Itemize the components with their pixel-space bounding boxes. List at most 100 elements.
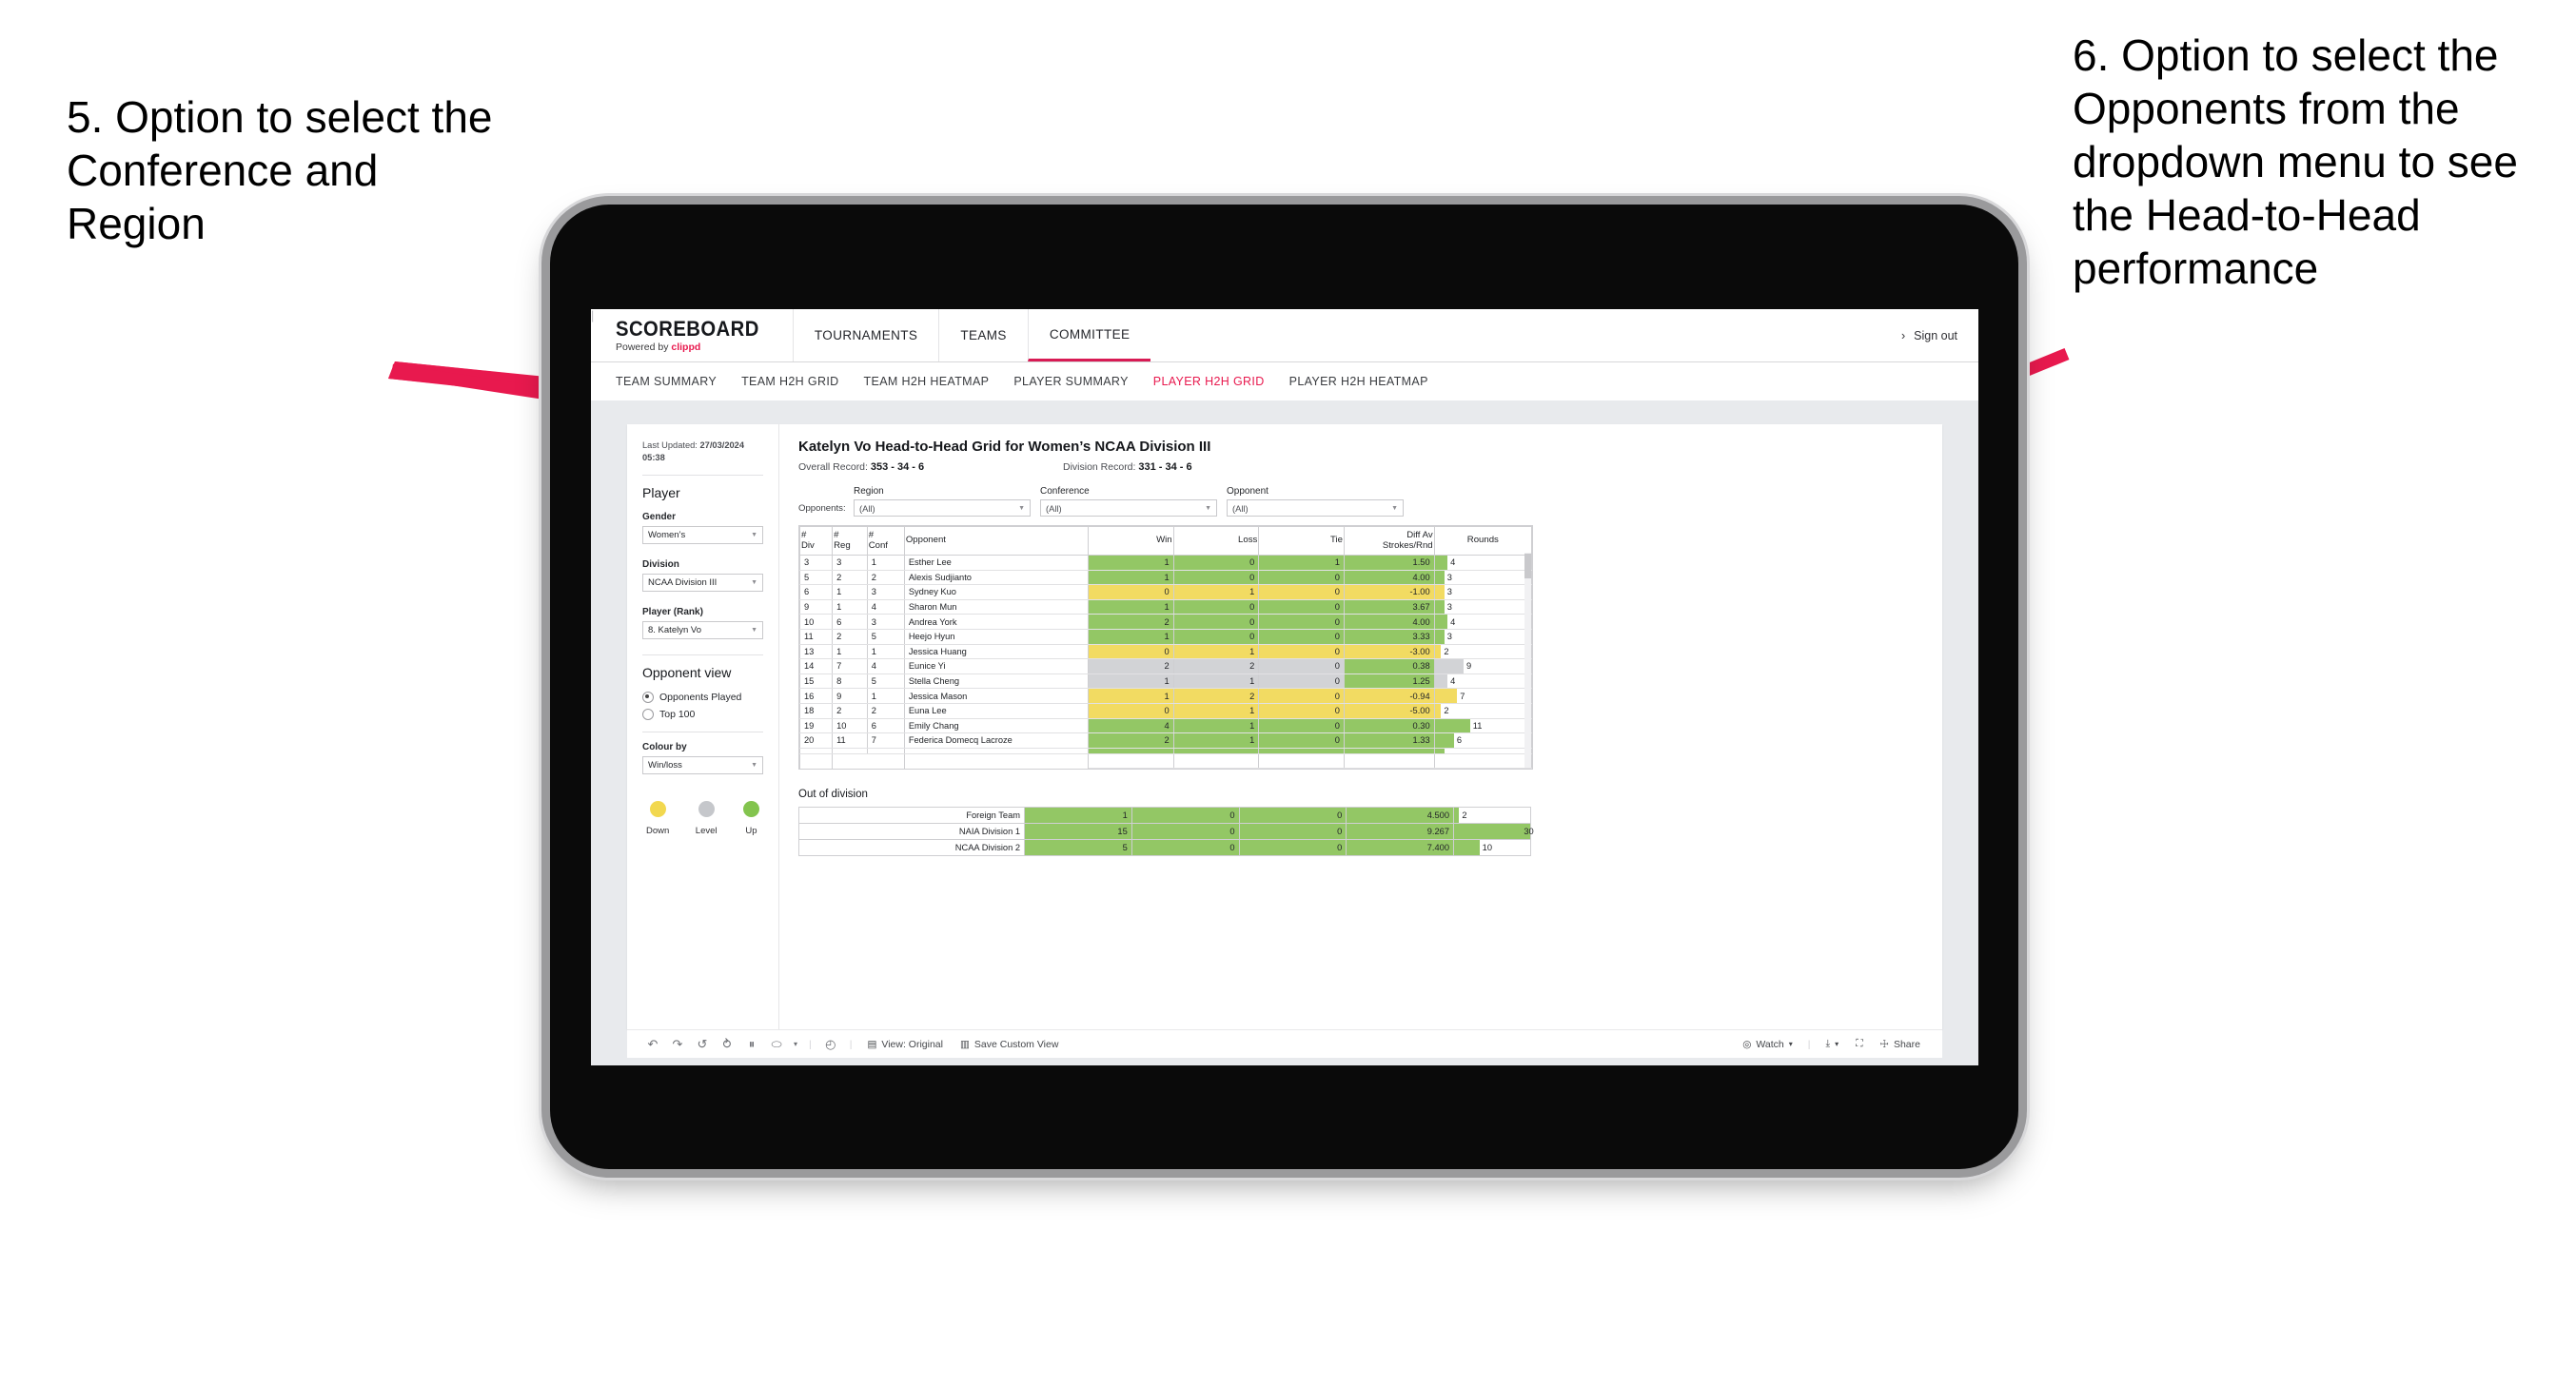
cell-reg: 3 (832, 555, 868, 571)
cell-win: 1 (1088, 599, 1174, 615)
cell-div: 18 (798, 703, 834, 719)
chevron-down-icon: ▼ (751, 532, 757, 539)
cell-rounds: 7 (1433, 688, 1533, 704)
highlight-caret-icon[interactable]: ▾ (789, 1040, 802, 1048)
cell-loss: 1 (1172, 732, 1260, 749)
watch-caret-icon: ▾ (1788, 1040, 1793, 1048)
player-rank-select[interactable]: 8. Katelyn Vo ▼ (642, 621, 763, 640)
cell-rounds: 3 (1433, 599, 1533, 615)
revert-icon[interactable]: ↺ (690, 1037, 715, 1052)
cell-conf: 3 (866, 614, 905, 630)
cell-conf: 7 (866, 732, 905, 749)
cell-rounds: 4 (1433, 555, 1533, 571)
out-of-division-row[interactable]: NCAA Division 2 5 0 0 7.400 10 (798, 839, 1531, 857)
rounds-value: 2 (1462, 810, 1467, 821)
table-row[interactable]: 15 8 5 Stella Cheng 1 1 0 1.25 4 (798, 673, 1533, 690)
view-original-button[interactable]: ▤ View: Original (858, 1039, 952, 1050)
opponent-filter-select[interactable]: (All) ▼ (1227, 499, 1404, 517)
nav-committee[interactable]: COMMITTEE (1027, 309, 1151, 361)
radio-top-100[interactable]: Top 100 (642, 709, 763, 721)
highlight-icon[interactable]: ⬭ (764, 1037, 789, 1052)
cell-reg: 9 (832, 688, 868, 704)
rounds-bar (1434, 556, 1448, 570)
cell-tie: 0 (1258, 599, 1345, 615)
table-row[interactable]: 6 1 3 Sydney Kuo 0 1 0 -1.00 3 (798, 584, 1533, 600)
download-button[interactable]: ⤓ ▾ (1818, 1038, 1848, 1050)
nav-tournaments[interactable]: TOURNAMENTS (792, 309, 938, 361)
cell-ood-tie: 0 (1238, 823, 1347, 841)
grid-scrollbar-track[interactable] (1524, 553, 1531, 769)
cell-ood-diff: 9.267 (1346, 823, 1454, 841)
cell-rounds: 9 (1433, 658, 1533, 674)
rounds-bar (1434, 644, 1442, 659)
cell-loss: 1 (1172, 584, 1260, 600)
table-row[interactable]: 5 2 2 Alexis Sudjianto 1 0 0 4.00 3 (798, 570, 1533, 586)
conference-filter-select[interactable]: (All) ▼ (1040, 499, 1217, 517)
table-row[interactable]: 11 2 5 Heejo Hyun 1 0 0 3.33 3 (798, 629, 1533, 645)
rounds-value: 10 (1482, 843, 1492, 853)
annotation-callout-6: 6. Option to select the Opponents from t… (2073, 30, 2518, 294)
table-row[interactable]: 10 6 3 Andrea York 2 0 0 4.00 4 (798, 614, 1533, 630)
share-button[interactable]: ☩ Share (1872, 1039, 1929, 1050)
rounds-value: 2 (1444, 646, 1449, 656)
tab-team-summary[interactable]: TEAM SUMMARY (616, 375, 741, 388)
gender-select[interactable]: Women’s ▼ (642, 526, 763, 545)
cell-conf: 2 (866, 570, 905, 586)
region-filter-select[interactable]: (All) ▼ (854, 499, 1031, 517)
cell-tie: 0 (1258, 688, 1345, 704)
rounds-value: 30 (1524, 827, 1534, 837)
save-view-icon: ▥ (959, 1038, 970, 1050)
rounds-bar (1434, 659, 1465, 673)
out-of-division-row[interactable]: Foreign Team 1 0 0 4.500 2 (798, 807, 1531, 825)
table-row[interactable]: 18 2 2 Euna Lee 0 1 0 -5.00 2 (798, 703, 1533, 719)
pause-updates-icon[interactable]: ⏸ (739, 1037, 764, 1052)
cell-div: 15 (798, 673, 834, 690)
out-of-division-row[interactable]: NAIA Division 1 15 0 0 9.267 30 (798, 823, 1534, 841)
cell-win: 2 (1088, 658, 1174, 674)
radio-opponents-played[interactable]: Opponents Played (642, 692, 763, 704)
tab-team-h2h-heatmap[interactable]: TEAM H2H HEATMAP (864, 375, 1014, 388)
table-row[interactable]: 16 9 1 Jessica Mason 1 2 0 -0.94 7 (798, 688, 1533, 704)
redo-icon[interactable]: ↷ (665, 1037, 690, 1052)
colour-by-select[interactable]: Win/loss ▼ (642, 756, 763, 775)
refresh-data-icon[interactable]: ⥁ (715, 1037, 739, 1052)
save-custom-view-button[interactable]: ▥ Save Custom View (952, 1039, 1067, 1050)
cell-ood-name: NAIA Division 1 (798, 823, 1025, 841)
rounds-bar (1434, 689, 1458, 703)
legend-dot-down (649, 801, 666, 818)
header-divider: | (591, 309, 595, 322)
tab-player-h2h-heatmap[interactable]: PLAYER H2H HEATMAP (1289, 375, 1453, 388)
table-row[interactable]: 13 1 1 Jessica Huang 0 1 0 -3.00 2 (798, 644, 1533, 660)
table-row[interactable]: 14 7 4 Eunice Yi 2 2 0 0.38 9 (798, 658, 1533, 674)
table-row[interactable]: 9 1 4 Sharon Mun 1 0 0 3.67 3 (798, 599, 1533, 615)
tab-player-summary[interactable]: PLAYER SUMMARY (1013, 375, 1152, 388)
tab-player-h2h-grid[interactable]: PLAYER H2H GRID (1153, 375, 1289, 388)
user-chevron-icon[interactable]: › (1901, 329, 1905, 342)
sign-out-link[interactable]: Sign out (1914, 329, 1957, 342)
out-of-division-table: Foreign Team 1 0 0 4.500 2 NAIA Division 1 15 0 0… (798, 807, 1534, 857)
table-row[interactable]: 19 10 6 Emily Chang 4 1 0 0.30 11 (798, 718, 1533, 734)
fullscreen-button[interactable]: ⛶ (1847, 1038, 1871, 1050)
scoreboard-logo[interactable]: SCOREBOARD Powered by clippd (591, 309, 793, 361)
cell-ood-tie: 0 (1238, 807, 1347, 825)
cell-tie: 0 (1258, 703, 1345, 719)
undo-icon[interactable]: ↶ (640, 1037, 665, 1052)
cell-diff-av-strokes: 4.00 (1343, 570, 1435, 586)
sidebar-divider-1 (642, 475, 763, 477)
division-select[interactable]: NCAA Division III ▼ (642, 574, 763, 593)
division-record-value: 331 - 34 - 6 (1138, 461, 1192, 473)
cell-conf: 1 (866, 644, 905, 660)
watch-button[interactable]: ◎ Watch ▾ (1734, 1039, 1801, 1050)
grid-scrollbar-thumb[interactable] (1524, 554, 1531, 578)
cell-opponent: Esther Lee (903, 555, 1090, 571)
cell-tie: 0 (1258, 584, 1345, 600)
legend-label-level: Level (695, 826, 718, 837)
clock-icon[interactable]: ◴ (818, 1037, 843, 1052)
table-row[interactable]: 20 11 7 Federica Domecq Lacroze 2 1 0 1.33 6 (798, 732, 1533, 749)
tablet-screen: SCOREBOARD Powered by clippd TOURNAMENTS… (591, 309, 1978, 1065)
table-row[interactable]: 3 3 1 Esther Lee 1 0 1 1.50 4 (798, 555, 1533, 571)
h2h-grid-body: 3 3 1 Esther Lee 1 0 1 1.50 4 5 2 2 Alexis Sudjianto… (798, 555, 1533, 770)
tab-team-h2h-grid[interactable]: TEAM H2H GRID (741, 375, 863, 388)
nav-teams[interactable]: TEAMS (938, 309, 1028, 361)
cell-tie: 1 (1258, 555, 1345, 571)
